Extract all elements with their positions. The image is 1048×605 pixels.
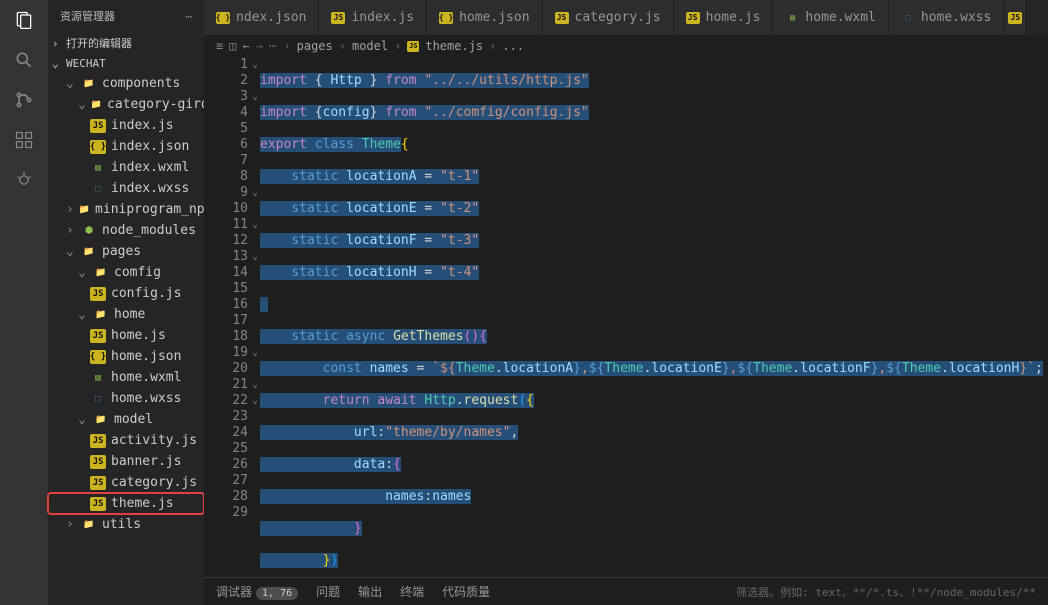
file-activity-js[interactable]: JSactivity.js bbox=[48, 430, 204, 451]
list-icon[interactable]: ≡ bbox=[216, 39, 223, 53]
line-gutter: 1⌄23⌄456789⌄1011⌄1213⌄141516171819⌄2021⌄… bbox=[204, 57, 260, 577]
file-config-js[interactable]: JSconfig.js bbox=[48, 283, 204, 304]
file-index-json[interactable]: { }index.json bbox=[48, 136, 204, 157]
panel-quality[interactable]: 代码质量 bbox=[442, 583, 490, 600]
file-home-wxml[interactable]: ▤home.wxml bbox=[48, 367, 204, 388]
file-home-js[interactable]: JShome.js bbox=[48, 325, 204, 346]
panel-debugger[interactable]: 调试器1, 76 bbox=[216, 583, 298, 600]
panel-terminal[interactable]: 终端 bbox=[400, 583, 424, 600]
editor-tabs: { }ndex.json JSindex.js { }home.json JSc… bbox=[204, 0, 1048, 35]
panel-issues[interactable]: 问题 bbox=[316, 583, 340, 600]
project-section[interactable]: ⌄WECHAT bbox=[48, 54, 204, 73]
back-icon[interactable]: ← bbox=[242, 39, 249, 53]
forward-icon[interactable]: → bbox=[256, 39, 263, 53]
code-content[interactable]: import { Http } from "../../utils/http.j… bbox=[260, 57, 1048, 577]
tab-overflow[interactable]: JS bbox=[1004, 0, 1027, 35]
debug-icon[interactable] bbox=[12, 168, 36, 192]
tab-home-wxss[interactable]: ⬚home.wxss bbox=[889, 0, 1004, 35]
folder-components[interactable]: ⌄📁components bbox=[48, 73, 204, 94]
tab-home-wxml[interactable]: ▤home.wxml bbox=[773, 0, 888, 35]
explorer-icon[interactable] bbox=[12, 8, 36, 32]
wxss-icon: ⬚ bbox=[90, 182, 106, 196]
file-home-wxss[interactable]: ⬚home.wxss bbox=[48, 388, 204, 409]
folder-pages[interactable]: ⌄📁pages bbox=[48, 241, 204, 262]
search-icon[interactable] bbox=[12, 48, 36, 72]
tab-home-js[interactable]: JShome.js bbox=[674, 0, 774, 35]
file-home-json[interactable]: { }home.json bbox=[48, 346, 204, 367]
open-editors-section[interactable]: ›打开的编辑器 bbox=[48, 32, 204, 54]
folder-miniprogram-npm[interactable]: ›📁miniprogram_npm bbox=[48, 199, 204, 220]
folder-utils[interactable]: ›📁utils bbox=[48, 514, 204, 535]
git-icon[interactable] bbox=[12, 88, 36, 112]
tab-home-json[interactable]: { }home.json bbox=[427, 0, 542, 35]
tab-ndex-json[interactable]: { }ndex.json bbox=[204, 0, 319, 35]
wxml-icon: ▤ bbox=[785, 12, 799, 24]
file-index-js[interactable]: JSindex.js bbox=[48, 115, 204, 136]
tab-index-js[interactable]: JSindex.js bbox=[319, 0, 427, 35]
explorer-title: 资源管理器 bbox=[60, 8, 115, 24]
breadcrumb-model[interactable]: model bbox=[352, 39, 388, 53]
filter-input[interactable]: 筛选器。例如: text、**/*.ts、!**/node_modules/** bbox=[736, 584, 1036, 600]
folder-category-gird[interactable]: ⌄📁category-gird bbox=[48, 94, 204, 115]
bottom-panel: 调试器1, 76 问题 输出 终端 代码质量 筛选器。例如: text、**/*… bbox=[204, 577, 1048, 605]
utils-icon: 📁 bbox=[81, 518, 97, 532]
sidebar-header: 资源管理器 ⋯ bbox=[48, 0, 204, 32]
extensions-icon[interactable] bbox=[12, 128, 36, 152]
file-category-js[interactable]: JScategory.js bbox=[48, 472, 204, 493]
activity-bar bbox=[0, 0, 48, 605]
wxml-icon: ▤ bbox=[90, 161, 106, 175]
folder-model[interactable]: ⌄📁model bbox=[48, 409, 204, 430]
file-banner-js[interactable]: JSbanner.js bbox=[48, 451, 204, 472]
folder-comfig[interactable]: ⌄📁comfig bbox=[48, 262, 204, 283]
breadcrumb: ≡ ◫ ← → ⋯ › pages› model› JS theme.js› .… bbox=[204, 35, 1048, 57]
file-theme-js[interactable]: JStheme.js bbox=[48, 493, 204, 514]
sidebar: 资源管理器 ⋯ ›打开的编辑器 ⌄WECHAT ⌄📁components ⌄📁c… bbox=[48, 0, 204, 605]
wxml-icon: ▤ bbox=[90, 371, 106, 385]
folder-home[interactable]: ⌄📁home bbox=[48, 304, 204, 325]
breadcrumb-file[interactable]: theme.js bbox=[425, 39, 483, 53]
wxss-icon: ⬚ bbox=[901, 12, 915, 24]
file-index-wxml[interactable]: ▤index.wxml bbox=[48, 157, 204, 178]
wxss-icon: ⬚ bbox=[90, 392, 106, 406]
breadcrumb-more[interactable]: ... bbox=[502, 39, 524, 53]
folder-node-modules[interactable]: ›⬢node_modules bbox=[48, 220, 204, 241]
panel-output[interactable]: 输出 bbox=[358, 583, 382, 600]
bookmark-icon[interactable]: ◫ bbox=[229, 39, 236, 53]
file-index-wxss[interactable]: ⬚index.wxss bbox=[48, 178, 204, 199]
node-icon: ⬢ bbox=[81, 224, 97, 238]
main-editor-area: { }ndex.json JSindex.js { }home.json JSc… bbox=[204, 0, 1048, 605]
tab-category-js[interactable]: JScategory.js bbox=[543, 0, 674, 35]
breadcrumb-pages[interactable]: pages bbox=[297, 39, 333, 53]
more-icon[interactable]: ⋯ bbox=[185, 10, 192, 23]
code-editor[interactable]: 1⌄23⌄456789⌄1011⌄1213⌄141516171819⌄2021⌄… bbox=[204, 57, 1048, 577]
